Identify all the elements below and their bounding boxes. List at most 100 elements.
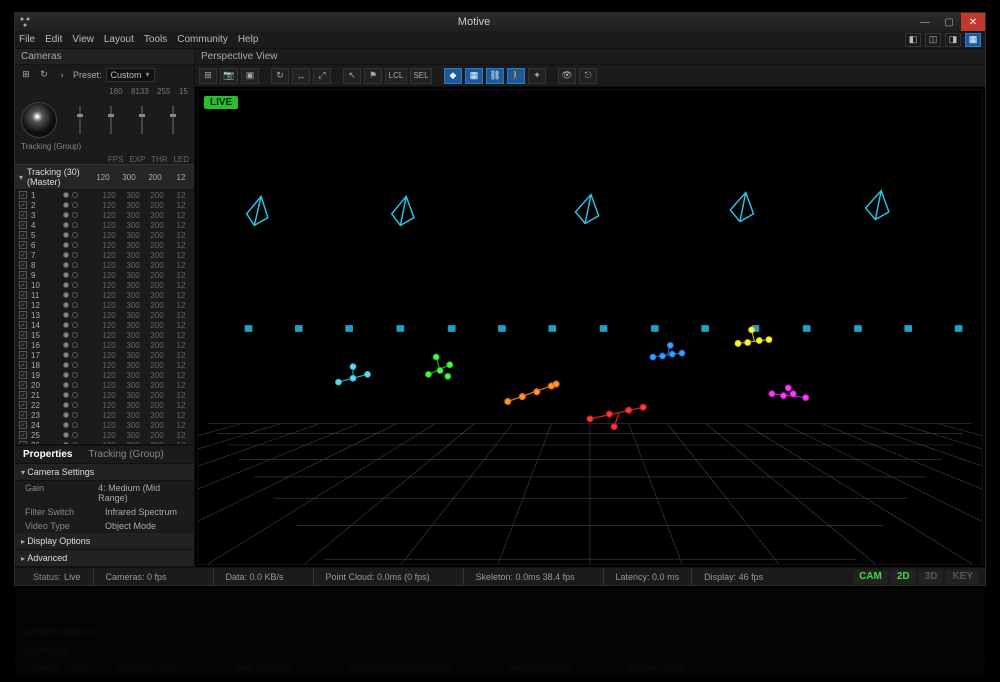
mode-2d[interactable]: 2D bbox=[891, 570, 916, 584]
camera-row[interactable]: ✓ 4 12030020012 bbox=[15, 220, 194, 230]
camera-row[interactable]: ✓ 5 12030020012 bbox=[15, 230, 194, 240]
camera-row[interactable]: ✓ 9 12030020012 bbox=[15, 270, 194, 280]
panel-toggle-icon-3[interactable]: ◨ bbox=[945, 33, 961, 47]
mode-cam[interactable]: CAM bbox=[853, 570, 888, 584]
menu-edit[interactable]: Edit bbox=[45, 34, 62, 45]
camera-row[interactable]: ✓ 15 12030020012 bbox=[15, 330, 194, 340]
menu-tools[interactable]: Tools bbox=[144, 34, 167, 45]
expand-icon[interactable]: ↔ bbox=[292, 68, 310, 84]
check-icon[interactable]: ✓ bbox=[19, 391, 27, 399]
select-mode-button[interactable]: SEL bbox=[410, 68, 432, 84]
section-camera-settings[interactable]: Camera Settings bbox=[15, 464, 194, 481]
check-icon[interactable]: ✓ bbox=[19, 191, 27, 199]
mode-3d[interactable]: 3D bbox=[919, 570, 944, 584]
camera-list[interactable]: ✓ 1 12030020012✓ 2 12030020012✓ 3 120300… bbox=[15, 190, 194, 445]
camera-row[interactable]: ✓ 22 12030020012 bbox=[15, 400, 194, 410]
camera-row[interactable]: ✓ 24 12030020012 bbox=[15, 420, 194, 430]
check-icon[interactable]: ✓ bbox=[19, 261, 27, 269]
property-row[interactable]: Gain4: Medium (Mid Range) bbox=[15, 481, 194, 505]
check-icon[interactable]: ✓ bbox=[19, 371, 27, 379]
panel-toggle-icon-4[interactable]: ▦ bbox=[965, 33, 981, 47]
camera-row[interactable]: ✓ 25 12030020012 bbox=[15, 430, 194, 440]
wand-icon[interactable]: ✦ bbox=[528, 68, 546, 84]
camera-row[interactable]: ✓ 3 12030020012 bbox=[15, 210, 194, 220]
camera-row[interactable]: ✓ 2 12030020012 bbox=[15, 200, 194, 210]
maximize-button[interactable]: ▢ bbox=[937, 13, 961, 31]
menu-layout[interactable]: Layout bbox=[104, 34, 134, 45]
view-grid-icon[interactable]: ⊞ bbox=[199, 68, 217, 84]
camera-row[interactable]: ✓ 6 12030020012 bbox=[15, 240, 194, 250]
thr-slider[interactable] bbox=[141, 106, 143, 134]
camera-row[interactable]: ✓ 23 12030020012 bbox=[15, 410, 194, 420]
viewport-3d[interactable]: LIVE bbox=[197, 89, 983, 565]
visibility-icon[interactable]: 👁 bbox=[558, 68, 576, 84]
camera-row[interactable]: ✓ 13 12030020012 bbox=[15, 310, 194, 320]
check-icon[interactable]: ✓ bbox=[19, 301, 27, 309]
cursor-icon[interactable]: ↖ bbox=[343, 68, 361, 84]
person-icon[interactable]: 🚶 bbox=[507, 68, 525, 84]
menu-view[interactable]: View bbox=[72, 34, 94, 45]
section-advanced[interactable]: Advanced bbox=[15, 550, 194, 567]
camera-row[interactable]: ✓ 16 12030020012 bbox=[15, 340, 194, 350]
check-icon[interactable]: ✓ bbox=[19, 271, 27, 279]
check-icon[interactable]: ✓ bbox=[19, 381, 27, 389]
minimize-button[interactable]: — bbox=[913, 13, 937, 31]
skeleton-icon[interactable]: ⛓ bbox=[486, 68, 504, 84]
panel-toggle-icon-1[interactable]: ◧ bbox=[905, 33, 921, 47]
panel-toggle-icon-2[interactable]: ◫ bbox=[925, 33, 941, 47]
local-mode-button[interactable]: LCL bbox=[385, 68, 407, 84]
grid-icon[interactable]: ⊞ bbox=[19, 68, 33, 82]
flag-icon[interactable]: ⚑ bbox=[364, 68, 382, 84]
check-icon[interactable]: ✓ bbox=[19, 361, 27, 369]
fit-icon[interactable]: ⤢ bbox=[313, 68, 331, 84]
camera-row[interactable]: ✓ 12 12030020012 bbox=[15, 300, 194, 310]
mode-key[interactable]: KEY bbox=[946, 570, 979, 584]
check-icon[interactable]: ✓ bbox=[19, 211, 27, 219]
check-icon[interactable]: ✓ bbox=[19, 401, 27, 409]
check-icon[interactable]: ✓ bbox=[19, 431, 27, 439]
tracking-group-header[interactable]: Tracking (30) (Master) 120 300 200 12 bbox=[15, 164, 194, 190]
check-icon[interactable]: ✓ bbox=[19, 201, 27, 209]
check-icon[interactable]: ✓ bbox=[19, 311, 27, 319]
property-row[interactable]: Filter SwitchInfrared Spectrum bbox=[15, 505, 194, 519]
camera-icon[interactable]: 📷 bbox=[220, 68, 238, 84]
check-icon[interactable]: ✓ bbox=[19, 331, 27, 339]
refresh-icon[interactable]: ↻ bbox=[37, 68, 51, 82]
check-icon[interactable]: ✓ bbox=[19, 241, 27, 249]
check-icon[interactable]: ✓ bbox=[19, 421, 27, 429]
camera-row[interactable]: ✓ 7 12030020012 bbox=[15, 250, 194, 260]
check-icon[interactable]: ✓ bbox=[19, 291, 27, 299]
led-slider[interactable] bbox=[172, 106, 174, 134]
camera-row[interactable]: ✓ 11 12030020012 bbox=[15, 290, 194, 300]
tab-tracking-group[interactable]: Tracking (Group) bbox=[80, 446, 171, 463]
menu-help[interactable]: Help bbox=[238, 34, 259, 45]
check-icon[interactable]: ✓ bbox=[19, 321, 27, 329]
markers-icon[interactable]: ◆ bbox=[444, 68, 462, 84]
check-icon[interactable]: ✓ bbox=[19, 411, 27, 419]
rigidbody-icon[interactable]: ▦ bbox=[465, 68, 483, 84]
check-icon[interactable]: ✓ bbox=[19, 351, 27, 359]
exp-slider[interactable] bbox=[110, 106, 112, 134]
check-icon[interactable]: ✓ bbox=[19, 251, 27, 259]
camera-row[interactable]: ✓ 18 12030020012 bbox=[15, 360, 194, 370]
property-row[interactable]: Video TypeObject Mode bbox=[15, 519, 194, 533]
camera-row[interactable]: ✓ 10 12030020012 bbox=[15, 280, 194, 290]
check-icon[interactable]: ✓ bbox=[19, 281, 27, 289]
check-icon[interactable]: ✓ bbox=[19, 231, 27, 239]
link-icon[interactable]: ⎋ bbox=[579, 68, 597, 84]
camera-row[interactable]: ✓ 1 12030020012 bbox=[15, 190, 194, 200]
close-button[interactable]: ✕ bbox=[961, 13, 985, 31]
camera-row[interactable]: ✓ 19 12030020012 bbox=[15, 370, 194, 380]
camera-row[interactable]: ✓ 17 12030020012 bbox=[15, 350, 194, 360]
fps-slider[interactable] bbox=[79, 106, 81, 134]
chevron-right-icon[interactable]: › bbox=[55, 68, 69, 82]
camera-row[interactable]: ✓ 8 12030020012 bbox=[15, 260, 194, 270]
tab-properties[interactable]: Properties bbox=[15, 446, 80, 463]
preset-dropdown[interactable]: Custom bbox=[106, 68, 155, 82]
menu-file[interactable]: File bbox=[19, 34, 35, 45]
check-icon[interactable]: ✓ bbox=[19, 221, 27, 229]
menu-community[interactable]: Community bbox=[177, 34, 228, 45]
check-icon[interactable]: ✓ bbox=[19, 341, 27, 349]
refresh-icon-2[interactable]: ↻ bbox=[271, 68, 289, 84]
camera-row[interactable]: ✓ 21 12030020012 bbox=[15, 390, 194, 400]
